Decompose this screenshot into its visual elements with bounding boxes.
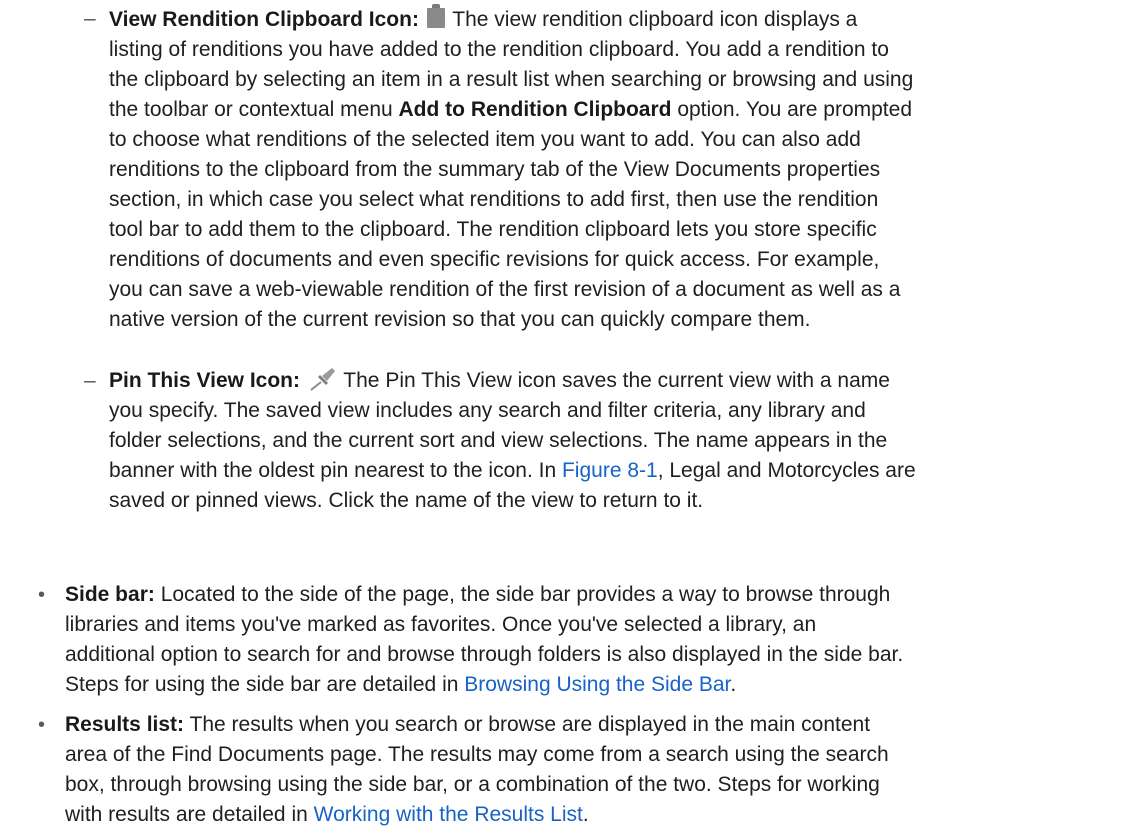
line: libraries and items you've marked as fav… xyxy=(65,613,817,636)
figure-8-1-link[interactable]: Figure 8-1 xyxy=(562,459,658,482)
line: native version of the current revision s… xyxy=(109,308,811,331)
line: Side bar: Located to the side of the pag… xyxy=(65,580,1139,610)
line-text: with results are detailed in xyxy=(65,803,314,826)
line: area of the Find Documents page. The res… xyxy=(65,743,889,766)
line: renditions to the clipboard from the sum… xyxy=(109,158,881,181)
line-text: the toolbar or contextual menu xyxy=(109,98,399,121)
pin-icon-text: Pin This View Icon: The Pin This View ic… xyxy=(109,366,1139,516)
dash-marker: – xyxy=(84,369,96,392)
line-text: The results when you search or browse ar… xyxy=(189,713,871,736)
line: you can save a web-viewable rendition of… xyxy=(109,278,901,301)
line-text: . xyxy=(582,803,589,826)
line: you specify. The saved view includes any… xyxy=(109,399,866,422)
clipboard-icon xyxy=(426,4,445,28)
line: Results list: The results when you searc… xyxy=(65,710,1139,740)
line: Steps for using the side bar are detaile… xyxy=(65,670,1139,700)
bullet-marker: • xyxy=(38,714,46,736)
pin-icon xyxy=(310,368,335,391)
line: with results are detailed in Working wit… xyxy=(65,800,1139,830)
working-with-results-list-link[interactable]: Working with the Results List xyxy=(314,803,583,826)
term-pin-this-view: Pin This View Icon: xyxy=(109,369,300,392)
browsing-using-side-bar-link[interactable]: Browsing Using the Side Bar xyxy=(464,673,730,696)
bullet-marker: • xyxy=(38,584,46,606)
document-page: – View Rendition Clipboard Icon: The vie… xyxy=(0,0,1145,837)
line: folder selections, and the current sort … xyxy=(109,429,888,452)
line-text: . xyxy=(730,673,737,696)
line-text: The Pin This View icon saves the current… xyxy=(343,369,890,392)
line: saved or pinned views. Click the name of… xyxy=(109,489,704,512)
line: View Rendition Clipboard Icon: The view … xyxy=(109,4,1139,35)
line-text: , Legal and Motorcycles are xyxy=(657,459,916,482)
line: Pin This View Icon: The Pin This View ic… xyxy=(109,366,1139,396)
line-text: banner with the oldest pin nearest to th… xyxy=(109,459,562,482)
line: additional option to search for and brow… xyxy=(65,643,904,666)
dash-marker: – xyxy=(84,7,96,30)
line: to choose what renditions of the selecte… xyxy=(109,128,861,151)
side-bar-text: Side bar: Located to the side of the pag… xyxy=(65,580,1139,700)
add-to-rendition-clipboard-option: Add to Rendition Clipboard xyxy=(398,98,672,121)
term-side-bar: Side bar: xyxy=(65,583,155,606)
line: section, in which case you select what r… xyxy=(109,188,879,211)
line-text: option. You are prompted xyxy=(671,98,912,121)
line: the toolbar or contextual menu Add to Re… xyxy=(109,95,1139,125)
line-text: Steps for using the side bar are detaile… xyxy=(65,673,465,696)
results-list-text: Results list: The results when you searc… xyxy=(65,710,1139,830)
line: renditions of documents and even specifi… xyxy=(109,248,880,271)
line: box, through browsing using the side bar… xyxy=(65,773,880,796)
line-text: Located to the side of the page, the sid… xyxy=(160,583,891,606)
line: banner with the oldest pin nearest to th… xyxy=(109,456,1139,486)
line: listing of renditions you have added to … xyxy=(109,38,889,61)
term-view-rendition-clipboard: View Rendition Clipboard Icon: xyxy=(109,8,419,31)
line: tool bar to add them to the clipboard. T… xyxy=(109,218,877,241)
line: the clipboard by selecting an item in a … xyxy=(109,68,914,91)
term-results-list: Results list: xyxy=(65,713,185,736)
clipboard-icon-text: View Rendition Clipboard Icon: The view … xyxy=(109,4,1139,335)
line-text: The view rendition clipboard icon displa… xyxy=(452,8,858,31)
